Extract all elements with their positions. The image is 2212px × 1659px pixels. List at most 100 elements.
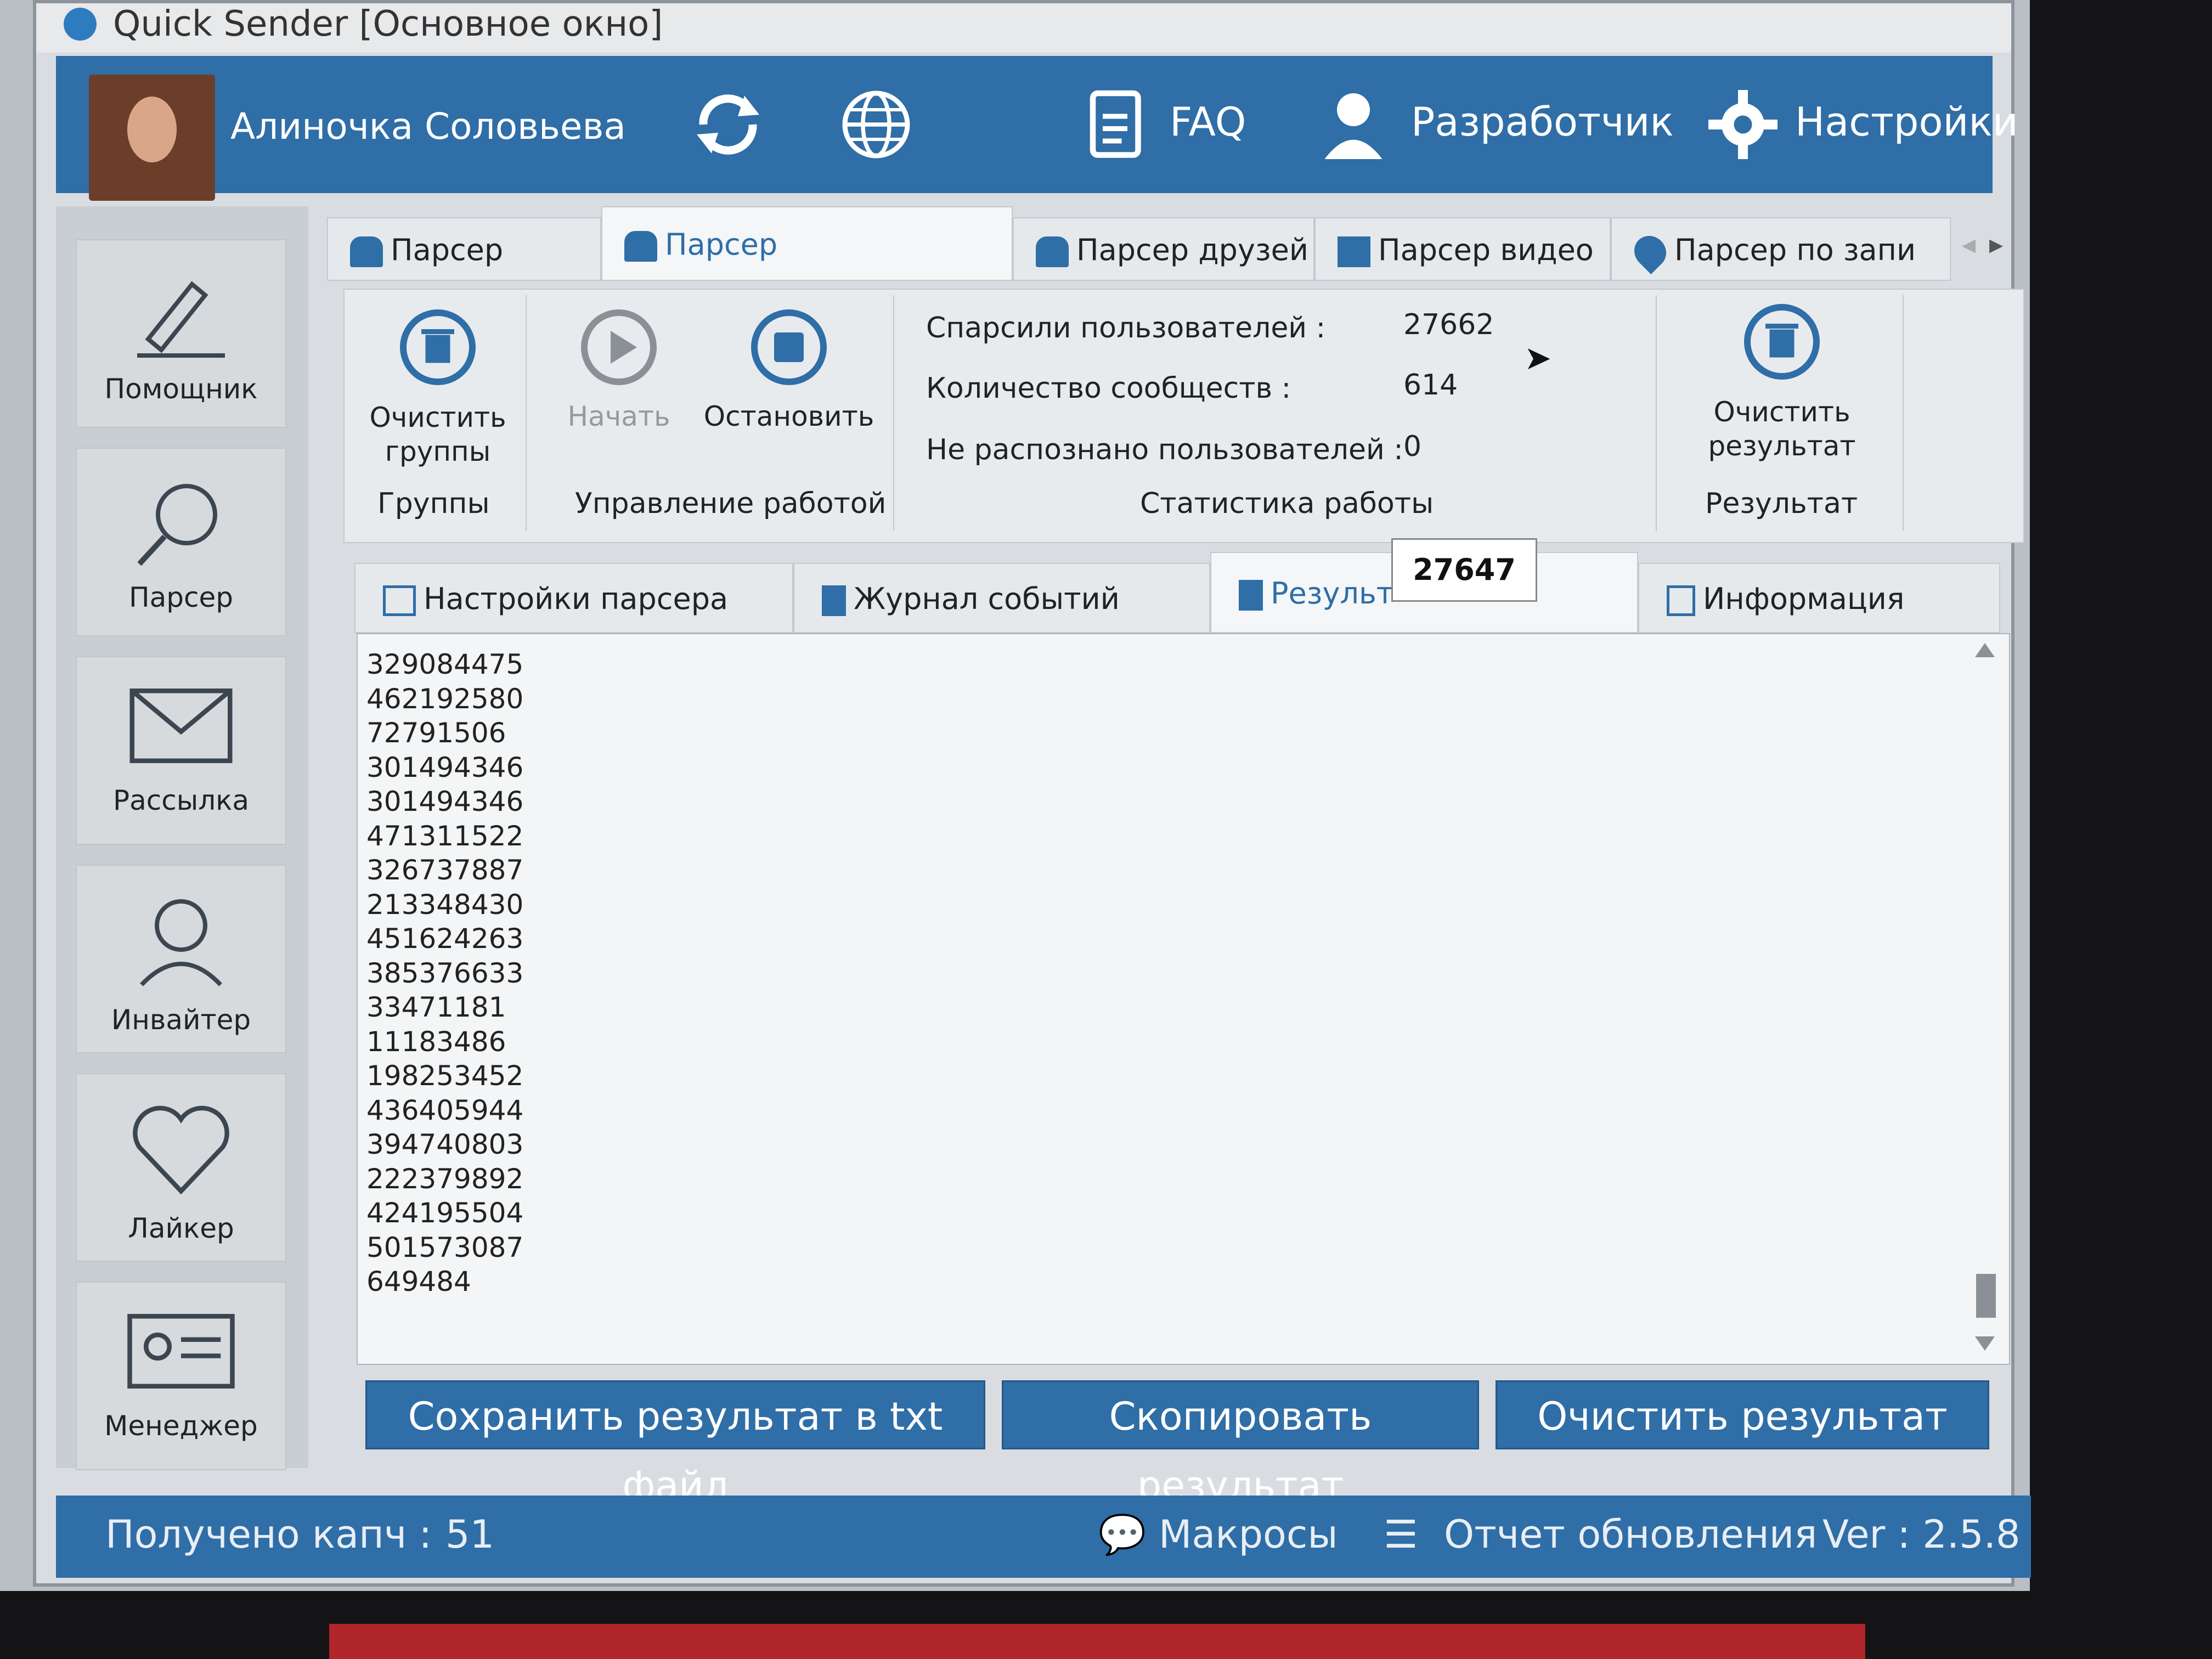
- tab-label: Информация: [1703, 582, 1905, 616]
- results-list[interactable]: 329084475 462192580 72791506 301494346 30149…: [357, 633, 2010, 1365]
- group-label-control: Управление работой: [575, 487, 887, 520]
- log-icon: [822, 585, 846, 617]
- count-tooltip: 27647: [1391, 538, 1537, 602]
- envelope-icon: [129, 689, 233, 763]
- stat-value: 0: [1403, 430, 1422, 463]
- tab-event-log[interactable]: Журнал событий: [793, 563, 1210, 633]
- sidebar-item-liker[interactable]: Лайкер: [76, 1073, 286, 1262]
- background-decoration: [329, 1624, 1865, 1659]
- sidebar-item-label: Инвайтер: [111, 1004, 251, 1036]
- save-txt-button[interactable]: Сохранить результат в txt файл: [365, 1380, 985, 1508]
- list-item: 424195504: [366, 1197, 524, 1229]
- tab-video-parser[interactable]: Парсер видео: [1314, 217, 1611, 281]
- user-icon: [1036, 236, 1069, 268]
- parser-tabs: Парсер групп Парсер пользователей Парсер…: [327, 206, 2017, 336]
- scroll-thumb[interactable]: [1976, 1274, 1996, 1318]
- stat-label: Количество сообществ :: [926, 372, 1291, 405]
- avatar[interactable]: [89, 75, 215, 201]
- document-icon[interactable]: [1076, 83, 1159, 166]
- group-label-stats: Статистика работы: [1140, 487, 1434, 520]
- sidebar-item-label: Менеджер: [104, 1410, 258, 1442]
- list-item: 471311522: [366, 820, 524, 852]
- tab-label: Результ: [1271, 576, 1394, 611]
- title-bar: Quick Sender [Основное окно]: [36, 3, 2011, 53]
- sidebar-item-helper[interactable]: Помощник: [76, 239, 286, 428]
- clear-groups-button[interactable]: Очистить группы: [356, 306, 520, 469]
- stop-icon: [751, 309, 827, 385]
- menu-icon: ☰: [1384, 1512, 1418, 1557]
- list-item: 385376633: [366, 957, 524, 989]
- update-report-link[interactable]: Отчет обновления: [1444, 1512, 1817, 1557]
- developer-link[interactable]: Разработчик: [1411, 99, 1674, 145]
- user-name[interactable]: Алиночка Соловьева: [230, 105, 626, 148]
- clear-result-button[interactable]: Очистить результат: [1496, 1380, 1989, 1449]
- list-item: 72791506: [366, 717, 506, 749]
- list-item: 394740803: [366, 1128, 524, 1160]
- info-icon: [1667, 585, 1695, 617]
- gear-icon[interactable]: [1702, 83, 1784, 166]
- globe-icon[interactable]: [835, 83, 917, 166]
- stat-label: Спарсили пользователей :: [926, 312, 1326, 345]
- sidebar: Помощник Парсер Рассылка Инвайтер Лайкер…: [56, 206, 308, 1470]
- list-item: 198253452: [366, 1060, 524, 1092]
- tab-scroll-left-icon[interactable]: ◂: [1962, 228, 1976, 260]
- trash-icon: [400, 309, 476, 385]
- copy-result-button[interactable]: Скопировать результат: [1002, 1380, 1479, 1508]
- list-item: 649484: [366, 1266, 471, 1297]
- tab-group-parser[interactable]: Парсер групп: [327, 217, 601, 331]
- list-item: 301494346: [366, 751, 524, 783]
- tab-label: Парсер друзей: [1076, 233, 1308, 267]
- sidebar-item-parser[interactable]: Парсер: [76, 448, 286, 636]
- tv-icon: [1338, 236, 1370, 268]
- stat-value: 614: [1403, 369, 1458, 402]
- group-label-result: Результат: [1705, 487, 1858, 520]
- clear-result-label: Очистить результат: [1708, 396, 1856, 462]
- status-bar: Получено капч : 51 💬 Макросы ☰ Отчет обн…: [56, 1496, 2031, 1578]
- start-label: Начать: [567, 400, 670, 432]
- stat-label: Не распознано пользователей :: [926, 433, 1403, 466]
- app-logo-icon: [64, 8, 97, 41]
- clear-groups-label: Очистить группы: [369, 402, 506, 467]
- tab-post-parser[interactable]: Парсер по запи: [1611, 217, 1951, 281]
- sidebar-item-label: Помощник: [104, 373, 258, 405]
- clear-result-ribbon-button[interactable]: Очистить результат: [1683, 301, 1881, 463]
- window-title: Quick Sender [Основное окно]: [113, 4, 663, 44]
- person-icon[interactable]: [1312, 83, 1395, 166]
- macros-link[interactable]: Макросы: [1159, 1512, 1338, 1557]
- start-button[interactable]: Начать: [542, 306, 696, 432]
- list-item: 33471181: [366, 991, 506, 1023]
- tab-label: Парсер видео: [1378, 233, 1594, 267]
- ribbon-divider: [526, 295, 527, 531]
- tab-label: Парсер по запи: [1674, 233, 1916, 267]
- faq-link[interactable]: FAQ: [1170, 99, 1246, 145]
- vertical-scrollbar[interactable]: [1971, 643, 1998, 1351]
- scroll-down-icon[interactable]: [1975, 1336, 1995, 1351]
- stop-button[interactable]: Остановить: [696, 306, 882, 432]
- heart-icon: [1627, 229, 1673, 275]
- trash-icon: [1744, 304, 1820, 380]
- tab-scroll-right-icon[interactable]: ▸: [1989, 228, 2003, 260]
- tab-parser-settings[interactable]: Настройки парсера: [354, 563, 793, 633]
- list-item: 329084475: [366, 648, 524, 680]
- play-icon: [581, 309, 657, 385]
- refresh-icon[interactable]: [687, 83, 769, 166]
- sidebar-item-mailing[interactable]: Рассылка: [76, 656, 286, 845]
- tab-label: Настройки парсера: [424, 582, 729, 616]
- settings-link[interactable]: Настройки: [1795, 99, 2018, 145]
- id-card-icon: [127, 1314, 235, 1389]
- sidebar-item-manager[interactable]: Менеджер: [76, 1282, 286, 1470]
- heart-icon: [133, 1105, 229, 1195]
- sidebar-item-label: Парсер: [129, 582, 233, 613]
- screen: Quick Sender [Основное окно] Алиночка Со…: [0, 0, 2031, 1591]
- version-label: Ver : 2.5.8: [1822, 1512, 2021, 1557]
- document-icon: [1239, 580, 1263, 611]
- sidebar-item-inviter[interactable]: Инвайтер: [76, 865, 286, 1053]
- tab-info[interactable]: Информация: [1638, 563, 2000, 633]
- tab-label: Журнал событий: [854, 582, 1120, 616]
- tab-user-parser[interactable]: Парсер пользователей: [601, 206, 1013, 336]
- user-icon: [140, 899, 222, 986]
- ribbon-divider: [1903, 295, 1904, 531]
- tab-friends-parser[interactable]: Парсер друзей: [1013, 217, 1314, 281]
- scroll-up-icon[interactable]: [1975, 643, 1995, 657]
- stat-value: 27662: [1403, 308, 1494, 341]
